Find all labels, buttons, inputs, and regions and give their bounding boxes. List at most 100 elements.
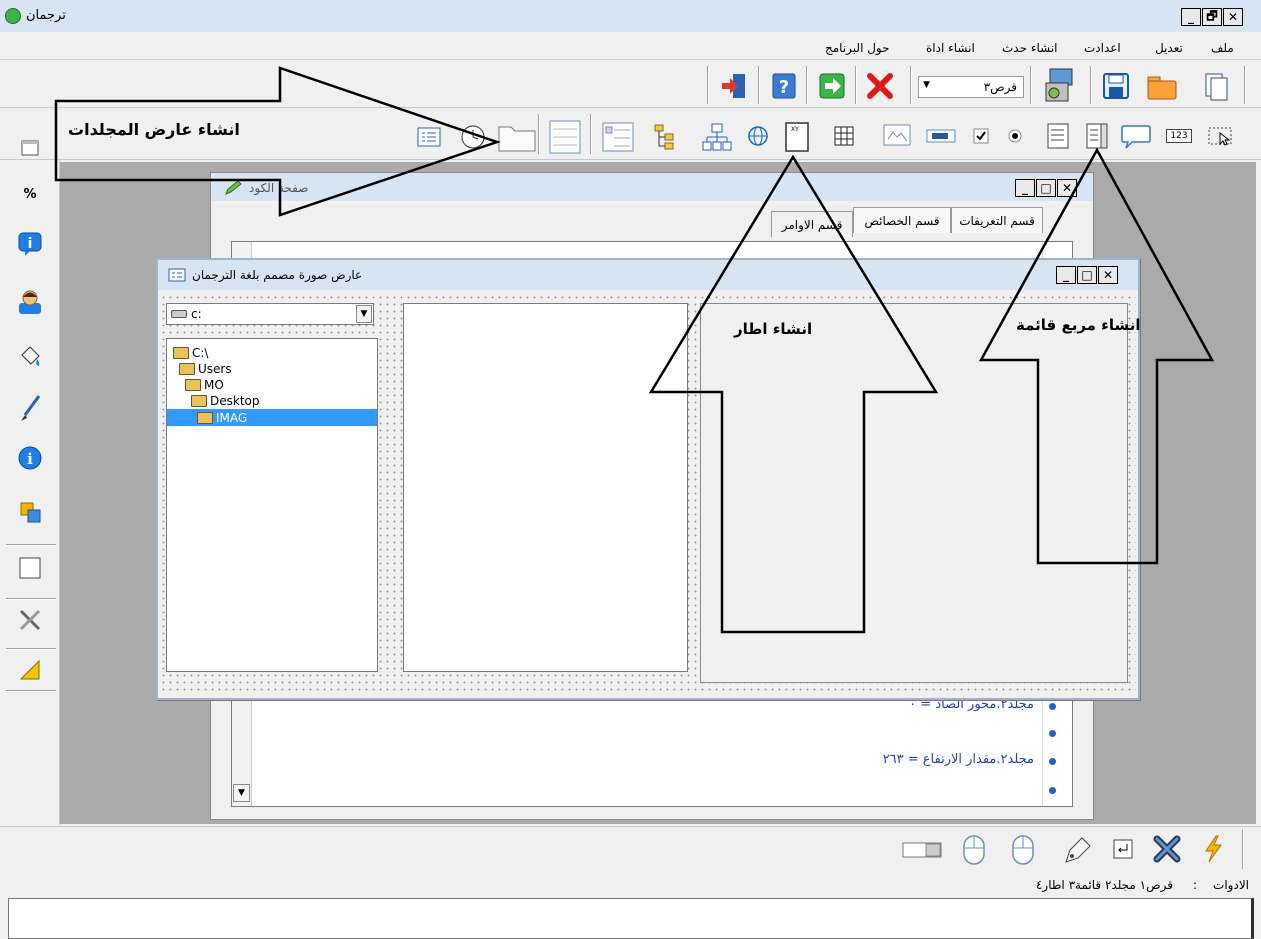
code-close-button[interactable]: ✕ (1057, 179, 1077, 197)
computer-icon[interactable] (1038, 66, 1078, 104)
folder-viewer-icon[interactable] (496, 120, 538, 154)
menu-edit[interactable]: تعديل (1155, 41, 1183, 55)
main-toolbar: ▼ قرص٣ ? (0, 62, 1261, 108)
mouse-icon[interactable] (956, 831, 992, 869)
file-list-icon[interactable] (546, 118, 584, 156)
enter-icon[interactable] (1110, 837, 1136, 861)
code-bullet (1049, 758, 1056, 765)
annotation-frame: انشاء اطار (734, 320, 813, 338)
tree-item[interactable]: Users (179, 361, 232, 377)
designer-title: عارض صورة مصمم بلغة الترجمان (192, 268, 363, 282)
minimize-button[interactable]: _ (1181, 8, 1201, 26)
drive-combo[interactable]: c: ▼ (166, 303, 374, 325)
user-icon[interactable] (14, 286, 46, 318)
folder-icon (191, 395, 207, 407)
drive-combo-value: c: (191, 307, 202, 321)
app-title: ترجمان (26, 8, 66, 23)
stop-icon[interactable] (862, 70, 898, 102)
designer-close-button[interactable]: ✕ (1098, 266, 1118, 284)
new-file-icon[interactable] (1198, 70, 1234, 102)
list-icon[interactable] (598, 120, 638, 154)
combobox-icon[interactable] (1043, 122, 1073, 150)
code-window-titlebar: صفحة الكود _ □ ✕ (211, 173, 1093, 201)
frame-panel[interactable] (700, 303, 1128, 683)
folder-icon (173, 347, 189, 359)
number-icon[interactable]: 123 (1165, 126, 1193, 146)
folder-tree[interactable]: C:\ Users MO Desktop IMAG (166, 338, 378, 672)
mouse-right-icon[interactable] (1005, 831, 1041, 869)
toggle-icon[interactable] (900, 839, 944, 861)
file-list-panel[interactable] (403, 303, 688, 672)
code-maximize-button[interactable]: □ (1036, 179, 1056, 197)
progress-icon[interactable] (924, 126, 958, 146)
tab-properties[interactable]: قسم الخصائص (853, 207, 951, 233)
info-box-icon[interactable]: i (14, 228, 46, 260)
tree-item[interactable]: IMAG (197, 410, 247, 426)
brush-icon[interactable] (14, 390, 46, 426)
paint-bucket-icon[interactable] (14, 340, 46, 372)
designer-maximize-button[interactable]: □ (1077, 266, 1097, 284)
grid-icon[interactable] (830, 124, 858, 148)
annotation-list-box: انشاء مربع قائمة (1016, 316, 1141, 334)
open-folder-icon[interactable] (1144, 70, 1180, 102)
ruler-icon[interactable] (14, 654, 46, 686)
annotation-folder-viewer: انشاء عارض المجلدات (68, 120, 240, 139)
run-icon[interactable] (814, 70, 850, 102)
select-icon[interactable] (1205, 124, 1235, 148)
drive-combo-arrow-icon[interactable]: ▼ (356, 305, 372, 323)
scroll-down-arrow-icon[interactable]: ▼ (233, 784, 250, 802)
info-icon[interactable]: i (14, 442, 46, 474)
help-icon[interactable]: ? (766, 70, 802, 102)
menu-file[interactable]: ملف (1211, 41, 1234, 55)
network-icon[interactable] (700, 120, 734, 154)
window-icon (168, 268, 186, 285)
designer-minimize-button[interactable]: _ (1056, 266, 1076, 284)
tools-icon[interactable] (14, 604, 46, 636)
output-panel[interactable] (8, 898, 1254, 939)
menu-create-tool[interactable]: انشاء اداة (926, 41, 975, 55)
title-bar: ترجمان _ 🗗 ✕ (0, 0, 1261, 32)
svg-text:?: ? (779, 77, 789, 98)
folder-icon (185, 379, 201, 391)
svg-text:i: i (27, 450, 33, 468)
code-line: مجلد٢.مقدار الارتفاع = ٢٦٣ (882, 752, 1034, 767)
pen-icon[interactable] (1058, 831, 1098, 869)
save-icon[interactable] (1098, 70, 1134, 102)
drive-icon (171, 310, 187, 318)
percent-icon[interactable]: % (14, 180, 46, 208)
menu-about[interactable]: حول البرنامج (825, 41, 890, 55)
delete-icon[interactable] (1148, 831, 1186, 867)
frame-icon[interactable]: XY (780, 120, 814, 154)
bottom-toolbar (0, 826, 1261, 870)
status-separator: : (1192, 878, 1197, 892)
globe-icon[interactable] (744, 124, 772, 148)
detail-icon[interactable] (414, 124, 444, 150)
checkbox-icon[interactable] (969, 126, 993, 146)
tree-item[interactable]: Desktop (191, 393, 260, 409)
close-button[interactable]: ✕ (1223, 8, 1243, 26)
status-value: قرص١ مجلد٢ قائمة٣ اطار٤ (1035, 878, 1173, 892)
tree-item[interactable]: C:\ (173, 345, 208, 361)
code-bullet (1049, 730, 1056, 737)
window-icon[interactable] (14, 134, 46, 162)
speech-bubble-icon[interactable] (1118, 121, 1154, 151)
exit-icon[interactable] (716, 70, 752, 102)
menu-create-event[interactable]: انشاء حدث (1002, 41, 1058, 55)
code-minimize-button[interactable]: _ (1015, 179, 1035, 197)
maximize-button[interactable]: 🗗 (1202, 8, 1222, 26)
radio-icon[interactable] (1003, 126, 1027, 146)
rectangle-icon[interactable] (14, 552, 46, 584)
tab-definitions[interactable]: قسم التعريفات (951, 207, 1043, 233)
clock-icon[interactable] (458, 122, 488, 152)
listbox-icon[interactable] (1082, 122, 1112, 150)
image-icon[interactable] (880, 122, 914, 150)
tab-commands[interactable]: قسم الاوامر (771, 211, 853, 237)
tree-icon[interactable] (650, 122, 680, 152)
lightning-icon[interactable] (1196, 831, 1230, 867)
tree-item[interactable]: MO (185, 377, 224, 393)
layers-icon[interactable] (14, 496, 46, 528)
menu-settings[interactable]: اعدادت (1084, 41, 1121, 55)
left-toolbar: % i i (0, 140, 60, 825)
drive-select[interactable]: ▼ قرص٣ (918, 76, 1024, 98)
app-logo-icon (5, 8, 21, 24)
